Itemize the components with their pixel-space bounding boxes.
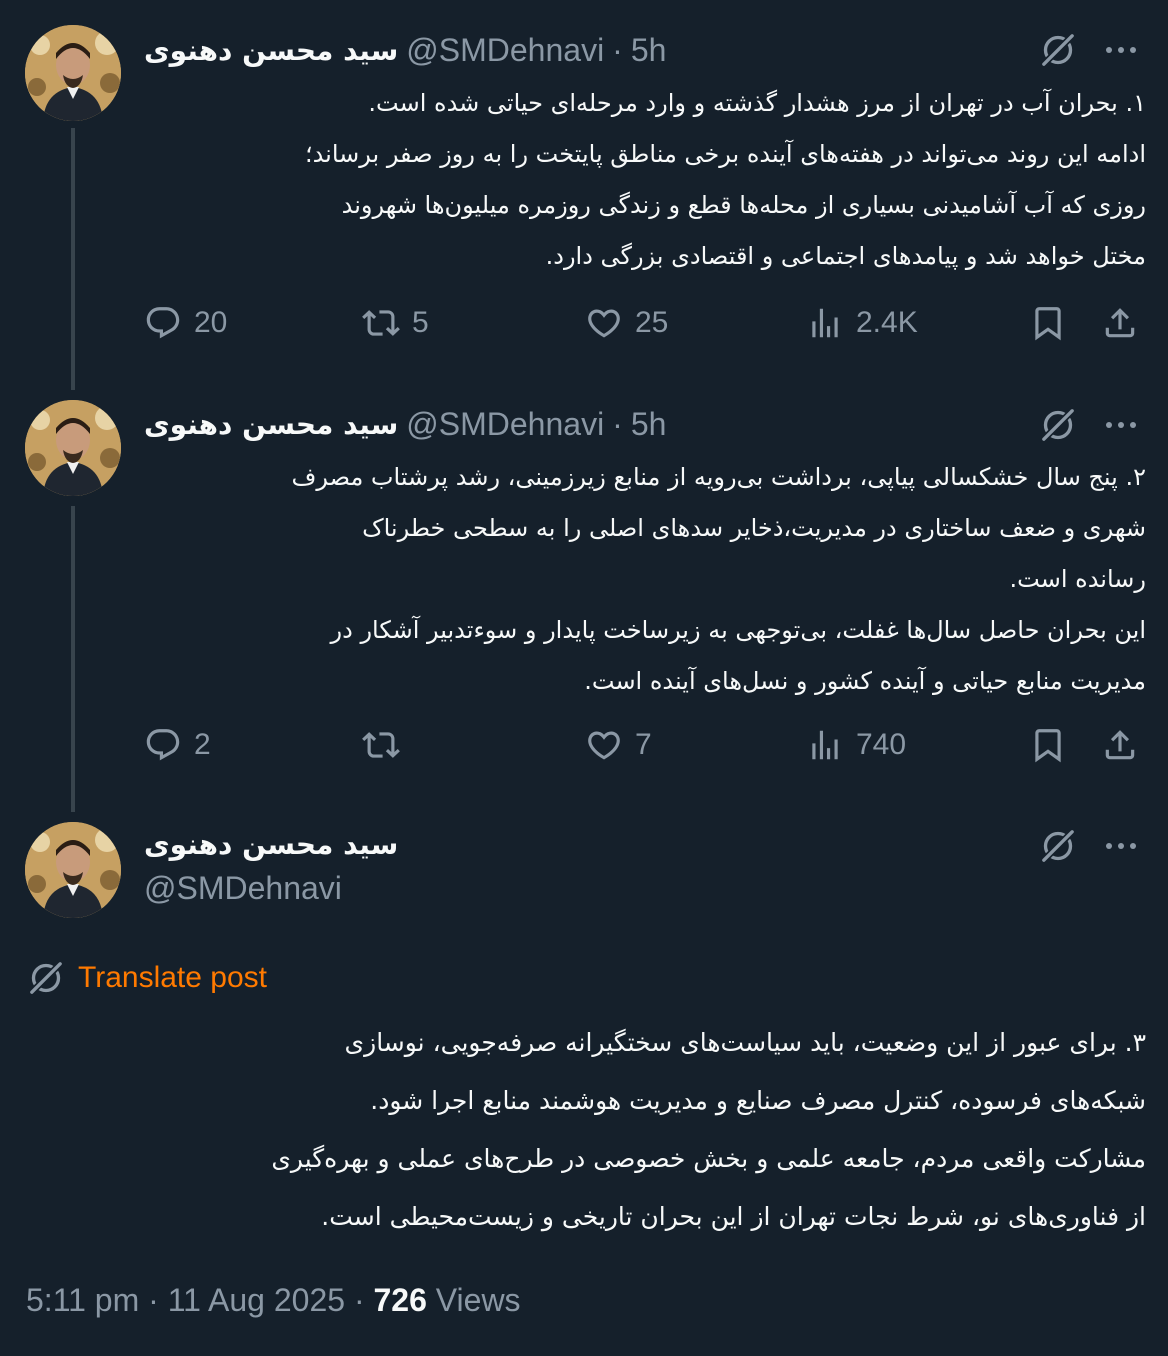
- views-icon: [806, 304, 844, 342]
- timestamp[interactable]: 5:11 pm · 11 Aug 2025 ·: [26, 1282, 373, 1318]
- views-count: 2.4K: [856, 306, 918, 339]
- translate-icon: [26, 958, 66, 998]
- tweet-text: ۱. بحران آب در تهران از مرز هشدار گذشته …: [304, 89, 1146, 270]
- like-count: 25: [635, 306, 669, 339]
- tweet-meta: 5:11 pm · 11 Aug 2025 · 726 Views: [26, 1282, 521, 1319]
- more-icon[interactable]: [1101, 415, 1141, 435]
- like-button[interactable]: 25: [585, 303, 668, 343]
- views-count: 726: [373, 1282, 427, 1318]
- repost-button[interactable]: [362, 725, 400, 765]
- like-button[interactable]: 7: [585, 725, 652, 765]
- post-time[interactable]: 5h: [631, 32, 667, 69]
- views-button[interactable]: 2.4K: [806, 303, 918, 343]
- action-bar: 2 7 740: [0, 725, 1168, 765]
- reply-count: 2: [194, 728, 211, 761]
- action-bar: 20 5 25 2.4K: [0, 303, 1168, 343]
- reply-icon: [144, 304, 182, 342]
- display-name[interactable]: سید محسن دهنوی: [144, 408, 398, 441]
- like-icon: [585, 304, 623, 342]
- like-icon: [585, 726, 623, 764]
- avatar-image: [25, 822, 121, 918]
- reply-button[interactable]: 20: [144, 303, 227, 343]
- views-button[interactable]: 740: [806, 725, 906, 765]
- more-icon[interactable]: [1101, 40, 1141, 60]
- share-icon: [1101, 726, 1139, 764]
- views-icon: [806, 726, 844, 764]
- separator-dot: ·: [612, 405, 623, 442]
- translate-label: Translate post: [78, 961, 267, 994]
- share-button[interactable]: [1101, 303, 1139, 343]
- reply-count: 20: [194, 306, 228, 339]
- user-handle[interactable]: @SMDehnavi: [406, 406, 604, 443]
- repost-count: 5: [412, 306, 429, 339]
- tweet-text: ۳. برای عبور از این وضعیت، باید سیاست‌ها…: [271, 1028, 1146, 1231]
- share-icon: [1101, 304, 1139, 342]
- bookmark-button[interactable]: [1029, 303, 1067, 343]
- views-count: 740: [856, 728, 907, 761]
- translate-post-button[interactable]: Translate post: [26, 958, 267, 998]
- separator-dot: ·: [612, 31, 623, 68]
- bookmark-icon: [1029, 304, 1067, 342]
- bookmark-icon: [1029, 726, 1067, 764]
- display-name[interactable]: سید محسن دهنوی: [144, 828, 398, 861]
- grok-icon[interactable]: [1038, 405, 1078, 445]
- grok-icon[interactable]: [1038, 826, 1078, 866]
- more-icon[interactable]: [1101, 836, 1141, 856]
- grok-icon[interactable]: [1038, 30, 1078, 70]
- views-label: Views: [426, 1282, 521, 1318]
- repost-button[interactable]: 5: [362, 303, 429, 343]
- display-name[interactable]: سید محسن دهنوی: [144, 34, 398, 67]
- share-button[interactable]: [1101, 725, 1139, 765]
- reply-icon: [144, 726, 182, 764]
- tweet-text: ۲. پنج سال خشکسالی پیاپی، برداشت بی‌رویه…: [291, 463, 1146, 695]
- repost-icon: [362, 726, 400, 764]
- repost-icon: [362, 304, 400, 342]
- avatar[interactable]: [25, 822, 121, 918]
- user-handle[interactable]: @SMDehnavi: [144, 870, 342, 907]
- bookmark-button[interactable]: [1029, 725, 1067, 765]
- like-count: 7: [635, 728, 652, 761]
- reply-button[interactable]: 2: [144, 725, 211, 765]
- post-time[interactable]: 5h: [631, 406, 667, 443]
- user-handle[interactable]: @SMDehnavi: [406, 32, 604, 69]
